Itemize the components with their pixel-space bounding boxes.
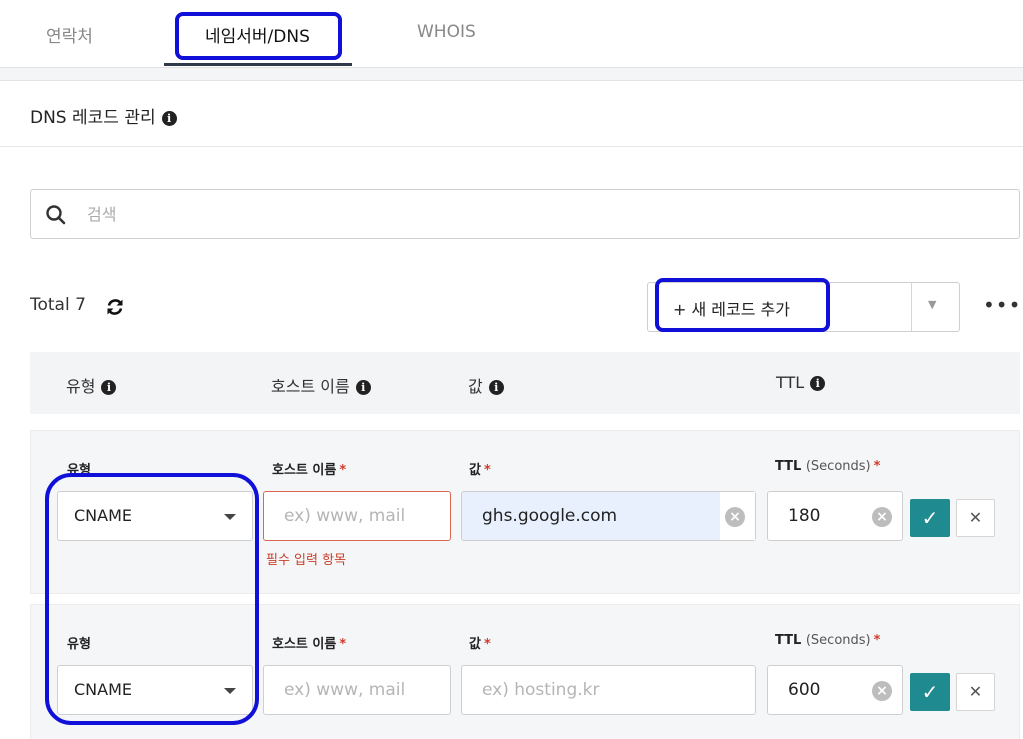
- table-header: 유형 i 호스트 이름 i 값i TTL i: [30, 352, 1020, 414]
- value-input[interactable]: [461, 665, 756, 715]
- clear-icon[interactable]: ×: [872, 681, 892, 701]
- header-ttl-label: TTL: [776, 373, 805, 392]
- header-type: 유형 i: [66, 373, 117, 397]
- search-icon: [46, 205, 66, 225]
- refresh-icon[interactable]: [104, 296, 126, 318]
- info-icon[interactable]: i: [355, 380, 371, 395]
- record-edit-row: 유형 호스트 이름* 값* TTL (Seconds)* CNAME 필수 입력…: [30, 430, 1020, 594]
- value-label: 값 *: [469, 633, 491, 652]
- tab-contacts[interactable]: 연락처: [46, 22, 93, 47]
- type-label: 유형: [67, 637, 91, 652]
- section-gap: [0, 68, 1023, 80]
- panel-title: DNS 레코드 관리 i: [30, 103, 177, 128]
- dns-record-panel: DNS 레코드 관리 i Total 7 + 새 레코드 추가 ▼ ••• 유형 i…: [0, 80, 1023, 739]
- host-input[interactable]: [263, 491, 451, 541]
- type-select[interactable]: CNAME: [57, 665, 253, 715]
- value-label-text: 값: [469, 463, 481, 478]
- required-mark: *: [339, 463, 347, 478]
- confirm-button[interactable]: ✓: [910, 673, 950, 711]
- ttl-label: TTL (Seconds) *: [775, 633, 880, 648]
- info-icon[interactable]: i: [488, 380, 504, 395]
- host-input[interactable]: [263, 665, 451, 715]
- more-options-icon[interactable]: •••: [983, 293, 1021, 317]
- host-label-text: 호스트 이름: [272, 637, 337, 652]
- panel-title-text: DNS 레코드 관리: [30, 108, 156, 128]
- required-mark: *: [483, 463, 491, 478]
- divider: [0, 146, 1023, 147]
- record-edit-row: 유형 호스트 이름* 값* TTL (Seconds)* CNAME × ✓ ✕: [30, 604, 1020, 739]
- host-label: 호스트 이름 *: [272, 633, 346, 652]
- value-label-text: 값: [469, 637, 481, 652]
- type-select[interactable]: CNAME: [57, 491, 253, 541]
- search-input[interactable]: [87, 200, 987, 228]
- search-box: [30, 189, 1020, 239]
- type-label: 유형: [67, 463, 91, 478]
- required-mark: *: [483, 637, 491, 652]
- header-value: 값i: [468, 373, 504, 397]
- value-input[interactable]: [461, 491, 756, 541]
- add-record-split-button: + 새 레코드 추가 ▼: [647, 282, 960, 332]
- ttl-unit: (Seconds): [805, 459, 871, 474]
- header-value-label: 값: [468, 377, 483, 396]
- chevron-down-icon: [224, 514, 236, 520]
- info-icon[interactable]: i: [101, 380, 117, 395]
- value-label: 값 *: [469, 459, 491, 478]
- ttl-label-text: TTL: [775, 633, 802, 648]
- host-label-text: 호스트 이름: [272, 463, 337, 478]
- header-type-label: 유형: [66, 377, 96, 396]
- host-error-message: 필수 입력 항목: [266, 553, 347, 568]
- required-mark: *: [873, 459, 881, 474]
- info-icon[interactable]: i: [161, 111, 177, 126]
- type-select-value: CNAME: [74, 506, 132, 525]
- total-count: Total 7: [30, 295, 86, 315]
- dropdown-caret-icon[interactable]: ▼: [928, 298, 936, 311]
- clear-icon[interactable]: ×: [725, 507, 745, 527]
- required-mark: *: [873, 633, 881, 648]
- info-icon[interactable]: i: [810, 376, 826, 391]
- type-select-value: CNAME: [74, 680, 132, 699]
- tab-whois[interactable]: WHOIS: [417, 22, 476, 42]
- split-divider: [911, 283, 912, 331]
- cancel-button[interactable]: ✕: [956, 673, 995, 711]
- required-mark: *: [339, 637, 347, 652]
- ttl-label-text: TTL: [775, 459, 802, 474]
- active-tab-indicator: [164, 63, 352, 66]
- header-host-label: 호스트 이름: [271, 377, 350, 396]
- tab-nameserver-dns[interactable]: 네임서버/DNS: [205, 22, 310, 47]
- chevron-down-icon: [224, 688, 236, 694]
- ttl-unit: (Seconds): [805, 633, 871, 648]
- cancel-button[interactable]: ✕: [956, 499, 995, 537]
- host-label: 호스트 이름 *: [272, 459, 346, 478]
- header-ttl: TTL i: [776, 373, 826, 392]
- tab-bar: 연락처 네임서버/DNS WHOIS: [0, 0, 1023, 68]
- ttl-label: TTL (Seconds) *: [775, 459, 880, 474]
- header-host: 호스트 이름 i: [271, 373, 371, 397]
- add-record-button[interactable]: + 새 레코드 추가: [673, 296, 790, 320]
- confirm-button[interactable]: ✓: [910, 499, 950, 537]
- clear-icon[interactable]: ×: [872, 507, 892, 527]
